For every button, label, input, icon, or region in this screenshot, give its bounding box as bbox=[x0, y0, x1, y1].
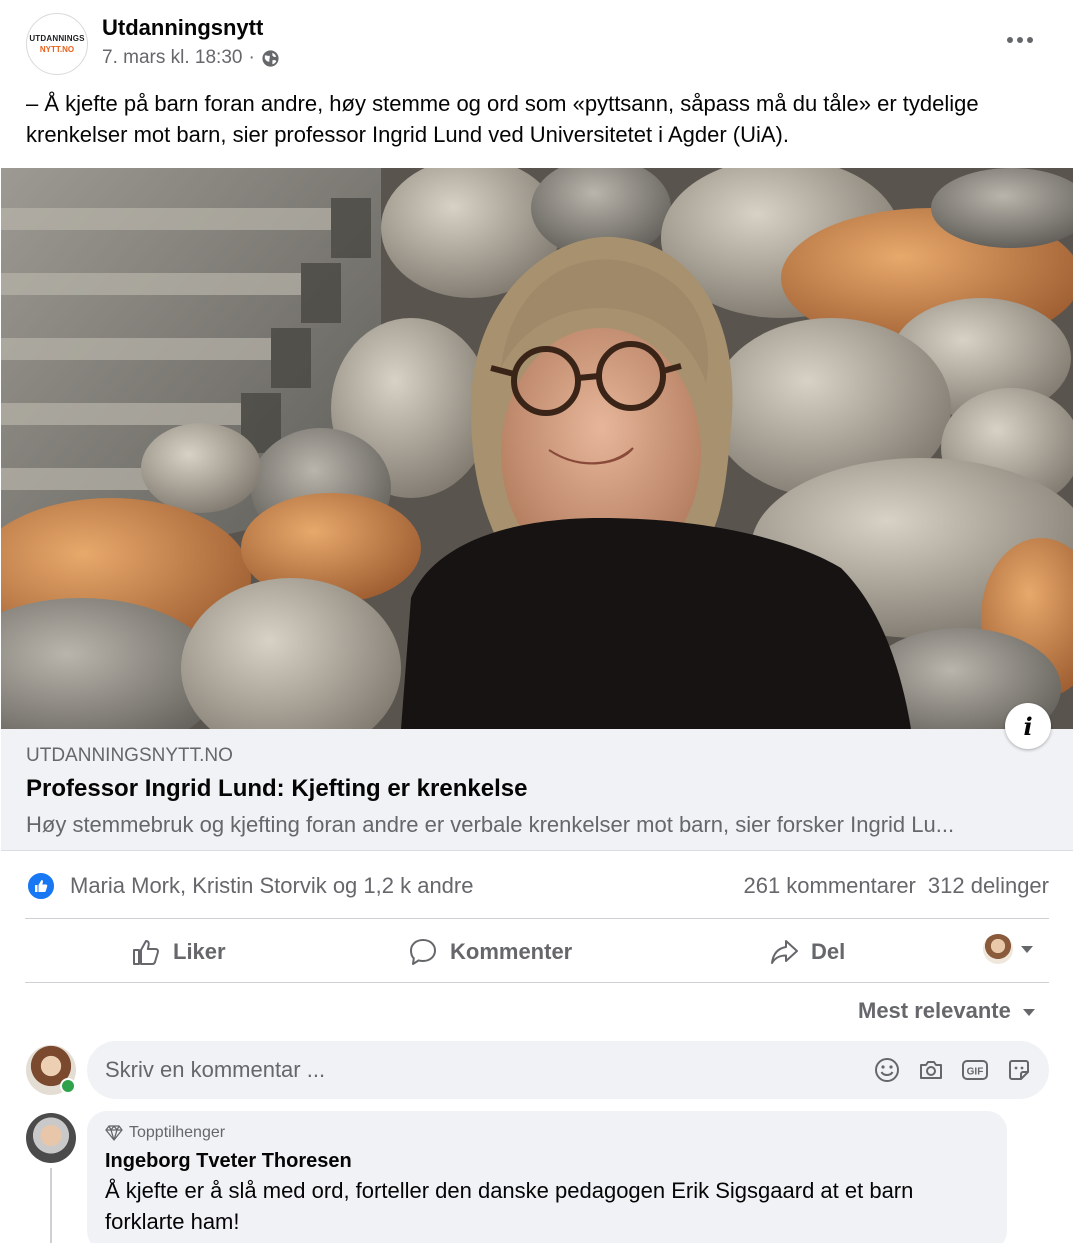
thread-line bbox=[50, 1168, 52, 1243]
diamond-icon bbox=[105, 1125, 123, 1141]
divider bbox=[25, 982, 1049, 983]
reaction-identity-selector[interactable] bbox=[983, 934, 1033, 964]
emoji-icon[interactable] bbox=[873, 1056, 901, 1084]
post-timestamp[interactable]: 7. mars kl. 18:30 bbox=[102, 47, 242, 69]
link-title[interactable]: Professor Ingrid Lund: Kjefting er krenk… bbox=[26, 775, 527, 803]
more-options-icon bbox=[1007, 37, 1033, 43]
svg-text:GIF: GIF bbox=[967, 1067, 984, 1078]
share-button[interactable]: Del bbox=[769, 930, 845, 974]
page-logo[interactable]: UTDANNINGS NYTT.NO bbox=[26, 13, 88, 75]
comment-author-link[interactable]: Ingeborg Tveter Thoresen bbox=[105, 1150, 352, 1173]
engagement-counts: 261 kommentarer 312 delinger bbox=[743, 873, 1049, 899]
shares-count-link[interactable]: 312 delinger bbox=[928, 873, 1049, 899]
gif-icon[interactable]: GIF bbox=[961, 1056, 989, 1084]
comment-bubble-icon bbox=[410, 939, 436, 965]
comment-text: Å kjefte er å slå med ord, forteller den… bbox=[105, 1178, 914, 1234]
reactions-summary: Maria Mork, Kristin Storvik og 1,2 k and… bbox=[26, 868, 1049, 904]
camera-icon[interactable] bbox=[917, 1056, 945, 1084]
info-button[interactable]: i bbox=[1005, 703, 1051, 749]
portrait-photo bbox=[1, 168, 1073, 729]
reaction-names-link[interactable]: Maria Mork, Kristin Storvik og 1,2 k and… bbox=[70, 873, 473, 899]
comment-composer[interactable]: GIF bbox=[87, 1041, 1049, 1099]
page-name-link[interactable]: Utdanningsnytt bbox=[102, 15, 263, 41]
post-meta: 7. mars kl. 18:30 · bbox=[102, 47, 280, 69]
commenter-avatar[interactable] bbox=[26, 1113, 76, 1163]
action-bar: Liker Kommenter Del bbox=[25, 922, 1049, 982]
more-options-button[interactable] bbox=[998, 22, 1042, 58]
article-image[interactable] bbox=[1, 168, 1073, 729]
link-domain: UTDANNINGSNYTT.NO bbox=[26, 745, 233, 766]
sticker-icon[interactable] bbox=[1005, 1056, 1033, 1084]
divider bbox=[25, 918, 1049, 919]
comments-count-link[interactable]: 261 kommentarer bbox=[743, 873, 915, 899]
comment-input[interactable] bbox=[105, 1055, 845, 1085]
like-button[interactable]: Liker bbox=[131, 930, 226, 974]
thumbs-up-icon bbox=[35, 880, 48, 892]
link-description: Høy stemmebruk og kjefting foran andre e… bbox=[26, 812, 955, 837]
comment-button[interactable]: Kommenter bbox=[408, 930, 572, 974]
comment-sort-dropdown[interactable]: Mest relevante bbox=[858, 998, 1035, 1024]
chevron-down-icon bbox=[1021, 945, 1033, 953]
top-fan-badge[interactable]: Topptilhenger bbox=[105, 1124, 225, 1142]
online-status-indicator bbox=[60, 1078, 76, 1094]
globe-icon[interactable] bbox=[261, 49, 280, 68]
thumbs-up-icon bbox=[133, 940, 160, 965]
post-header: UTDANNINGS NYTT.NO Utdanningsnytt 7. mar… bbox=[0, 0, 1073, 86]
post-text: – Å kjefte på barn foran andre, høy stem… bbox=[26, 91, 979, 147]
comment-bubble: Topptilhenger Ingeborg Tveter Thoresen Å… bbox=[87, 1111, 1007, 1243]
like-reaction-icon[interactable] bbox=[26, 871, 56, 901]
link-preview[interactable]: UTDANNINGSNYTT.NO Professor Ingrid Lund:… bbox=[1, 729, 1073, 851]
share-arrow-icon bbox=[771, 940, 798, 964]
chevron-down-icon bbox=[1022, 1009, 1035, 1016]
avatar bbox=[983, 934, 1013, 964]
meta-separator: · bbox=[248, 47, 255, 68]
